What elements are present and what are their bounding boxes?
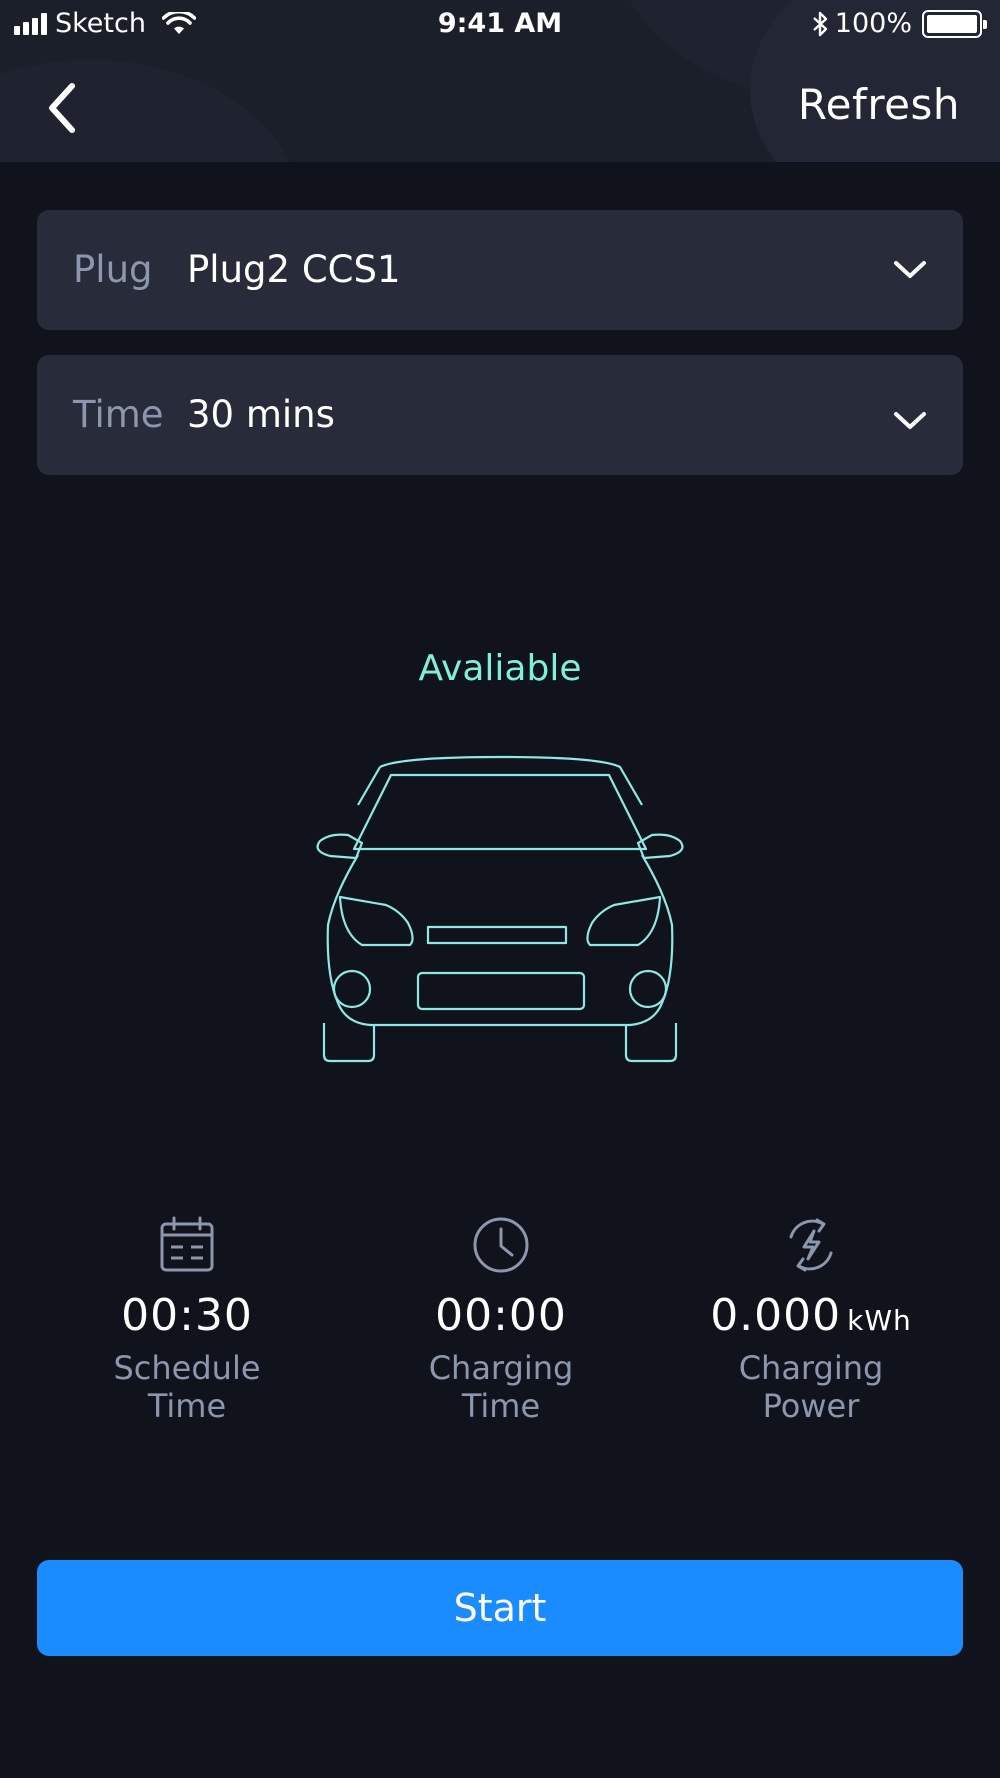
time-select[interactable]: Time 30 mins xyxy=(37,355,963,475)
plug-label: Plug xyxy=(73,248,153,291)
time-label: Time xyxy=(73,393,164,436)
chevron-down-icon xyxy=(894,412,926,429)
stat-charging-time: 00:00 Charging Time xyxy=(351,1215,651,1425)
charging-time-value: 00:00 xyxy=(435,1290,567,1341)
car-icon xyxy=(316,755,684,1063)
charging-bolt-icon xyxy=(789,1218,833,1272)
stat-schedule-time: 00:30 Schedule Time xyxy=(37,1215,337,1425)
bluetooth-icon xyxy=(812,11,827,36)
refresh-button[interactable]: Refresh xyxy=(798,80,960,129)
charging-power-value: 0.000 xyxy=(710,1290,842,1341)
charging-power-value-row: 0.000 kWh xyxy=(661,1287,961,1345)
plug-select[interactable]: Plug Plug2 CCS1 xyxy=(37,210,963,330)
charging-screen: Sketch 9:41 AM 100% Refresh Plug Plug2 C… xyxy=(0,0,1000,1778)
stats-panel: 00:30 Schedule Time 00:00 Charging Time … xyxy=(0,1215,1000,1435)
schedule-time-value: 00:30 xyxy=(121,1290,253,1341)
start-button[interactable]: Start xyxy=(37,1560,963,1656)
plug-value: Plug2 CCS1 xyxy=(187,248,401,291)
time-value: 30 mins xyxy=(187,393,335,436)
header: Sketch 9:41 AM 100% Refresh xyxy=(0,0,1000,162)
status-bar: Sketch 9:41 AM 100% xyxy=(0,0,1000,50)
schedule-time-caption: Schedule Time xyxy=(113,1349,261,1425)
back-button[interactable] xyxy=(40,78,90,138)
availability-status: Avaliable xyxy=(418,648,582,689)
battery-icon xyxy=(922,9,987,38)
status-right: 100% xyxy=(811,8,987,39)
clock-icon xyxy=(473,1217,529,1273)
charging-power-caption: Charging Power xyxy=(738,1349,884,1425)
calendar-icon xyxy=(160,1216,214,1272)
stat-charging-power: 0.000 kWh Charging Power xyxy=(661,1215,961,1425)
chevron-down-icon xyxy=(894,261,926,278)
battery-percent: 100% xyxy=(834,8,912,39)
charging-time-caption: Charging Time xyxy=(428,1349,574,1425)
charging-power-unit: kWh xyxy=(847,1304,912,1337)
